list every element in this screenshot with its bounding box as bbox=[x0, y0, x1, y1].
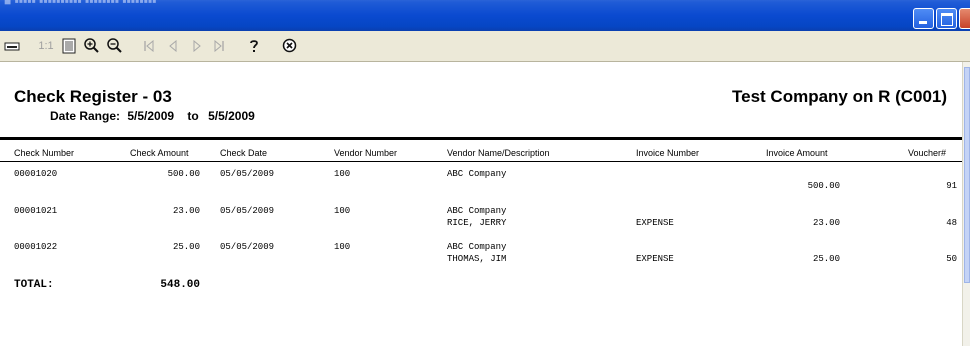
next-page-icon[interactable] bbox=[190, 37, 204, 54]
vendor-number: 100 bbox=[334, 242, 351, 252]
vendor-number: 100 bbox=[334, 169, 351, 179]
total-value: 548.00 bbox=[160, 279, 200, 291]
minimize-button[interactable] bbox=[913, 8, 934, 29]
first-page-icon[interactable] bbox=[142, 37, 156, 54]
check-amount: 23.00 bbox=[172, 206, 200, 216]
zoom-in-icon[interactable] bbox=[82, 37, 100, 54]
invoice-amount: 500.00 bbox=[807, 181, 840, 191]
vendor-name: ABC Company bbox=[447, 169, 507, 179]
voucher-number: 50 bbox=[946, 254, 957, 264]
previous-page-icon[interactable] bbox=[166, 37, 180, 54]
scrollbar-thumb[interactable] bbox=[964, 67, 970, 283]
vendor-name: ABC Company bbox=[447, 206, 507, 216]
close-window-button[interactable] bbox=[959, 8, 970, 29]
date-from: 5/5/2009 bbox=[127, 109, 175, 123]
check-number: 00001021 bbox=[14, 206, 58, 216]
voucher-number: 48 bbox=[946, 218, 957, 228]
maximize-button[interactable] bbox=[936, 8, 957, 29]
total-label: TOTAL: bbox=[14, 279, 54, 291]
report-page: Check Register - 03 Test Company on R (C… bbox=[0, 62, 962, 346]
check-number: 00001020 bbox=[14, 169, 58, 179]
company-name: Test Company on R (C001) bbox=[732, 87, 948, 106]
check-date: 05/05/2009 bbox=[220, 206, 275, 216]
help-icon[interactable] bbox=[246, 37, 262, 54]
invoice-number: EXPENSE bbox=[636, 254, 674, 264]
check-amount: 500.00 bbox=[167, 169, 200, 179]
check-number: 00001022 bbox=[14, 242, 58, 252]
date-to: 5/5/2009 bbox=[208, 109, 255, 123]
vendor-name: ABC Company bbox=[447, 242, 507, 252]
column-header: Vendor Name/Description bbox=[447, 148, 550, 158]
check-date: 05/05/2009 bbox=[220, 242, 275, 252]
column-header: Voucher# bbox=[908, 148, 947, 158]
window-title: ■ ▪▪▪▪▪ ▪▪▪▪▪▪▪▪▪▪ ▪▪▪▪▪▪▪▪ ▪▪▪▪▪▪▪▪ bbox=[4, 0, 157, 8]
check-amount: 25.00 bbox=[172, 242, 200, 252]
column-header-divider bbox=[0, 161, 962, 162]
column-header: Invoice Amount bbox=[766, 148, 828, 158]
header-divider bbox=[0, 137, 962, 140]
vendor-number: 100 bbox=[334, 206, 351, 216]
date-range: Date Range: 5/5/2009 to 5/5/2009 bbox=[50, 109, 259, 123]
date-to-word: to bbox=[187, 109, 199, 123]
column-header: Check Amount bbox=[130, 148, 189, 158]
last-page-icon[interactable] bbox=[212, 37, 226, 54]
voucher-number: 91 bbox=[946, 181, 957, 191]
line-description: RICE, JERRY bbox=[447, 218, 507, 228]
invoice-amount: 25.00 bbox=[812, 254, 840, 264]
invoice-amount: 23.00 bbox=[812, 218, 840, 228]
window-title-bar[interactable]: ■ ▪▪▪▪▪ ▪▪▪▪▪▪▪▪▪▪ ▪▪▪▪▪▪▪▪ ▪▪▪▪▪▪▪▪ bbox=[0, 0, 970, 31]
zoom-out-icon[interactable] bbox=[105, 37, 123, 54]
date-range-label: Date Range: bbox=[50, 109, 121, 123]
page-setup-icon[interactable] bbox=[4, 37, 20, 54]
preview-toolbar: 1:1 bbox=[0, 31, 970, 62]
column-header: Invoice Number bbox=[636, 148, 700, 158]
one-to-one-icon[interactable]: 1:1 bbox=[37, 37, 55, 54]
line-description: THOMAS, JIM bbox=[447, 254, 507, 264]
report-title: Check Register - 03 bbox=[14, 87, 172, 106]
check-date: 05/05/2009 bbox=[220, 169, 275, 179]
column-header: Check Date bbox=[220, 148, 268, 158]
vertical-scrollbar[interactable] bbox=[962, 62, 970, 346]
column-header: Check Number bbox=[14, 148, 75, 158]
fit-page-icon[interactable] bbox=[61, 37, 77, 54]
close-report-icon[interactable] bbox=[280, 37, 298, 54]
invoice-number: EXPENSE bbox=[636, 218, 674, 228]
column-header: Vendor Number bbox=[334, 148, 398, 158]
